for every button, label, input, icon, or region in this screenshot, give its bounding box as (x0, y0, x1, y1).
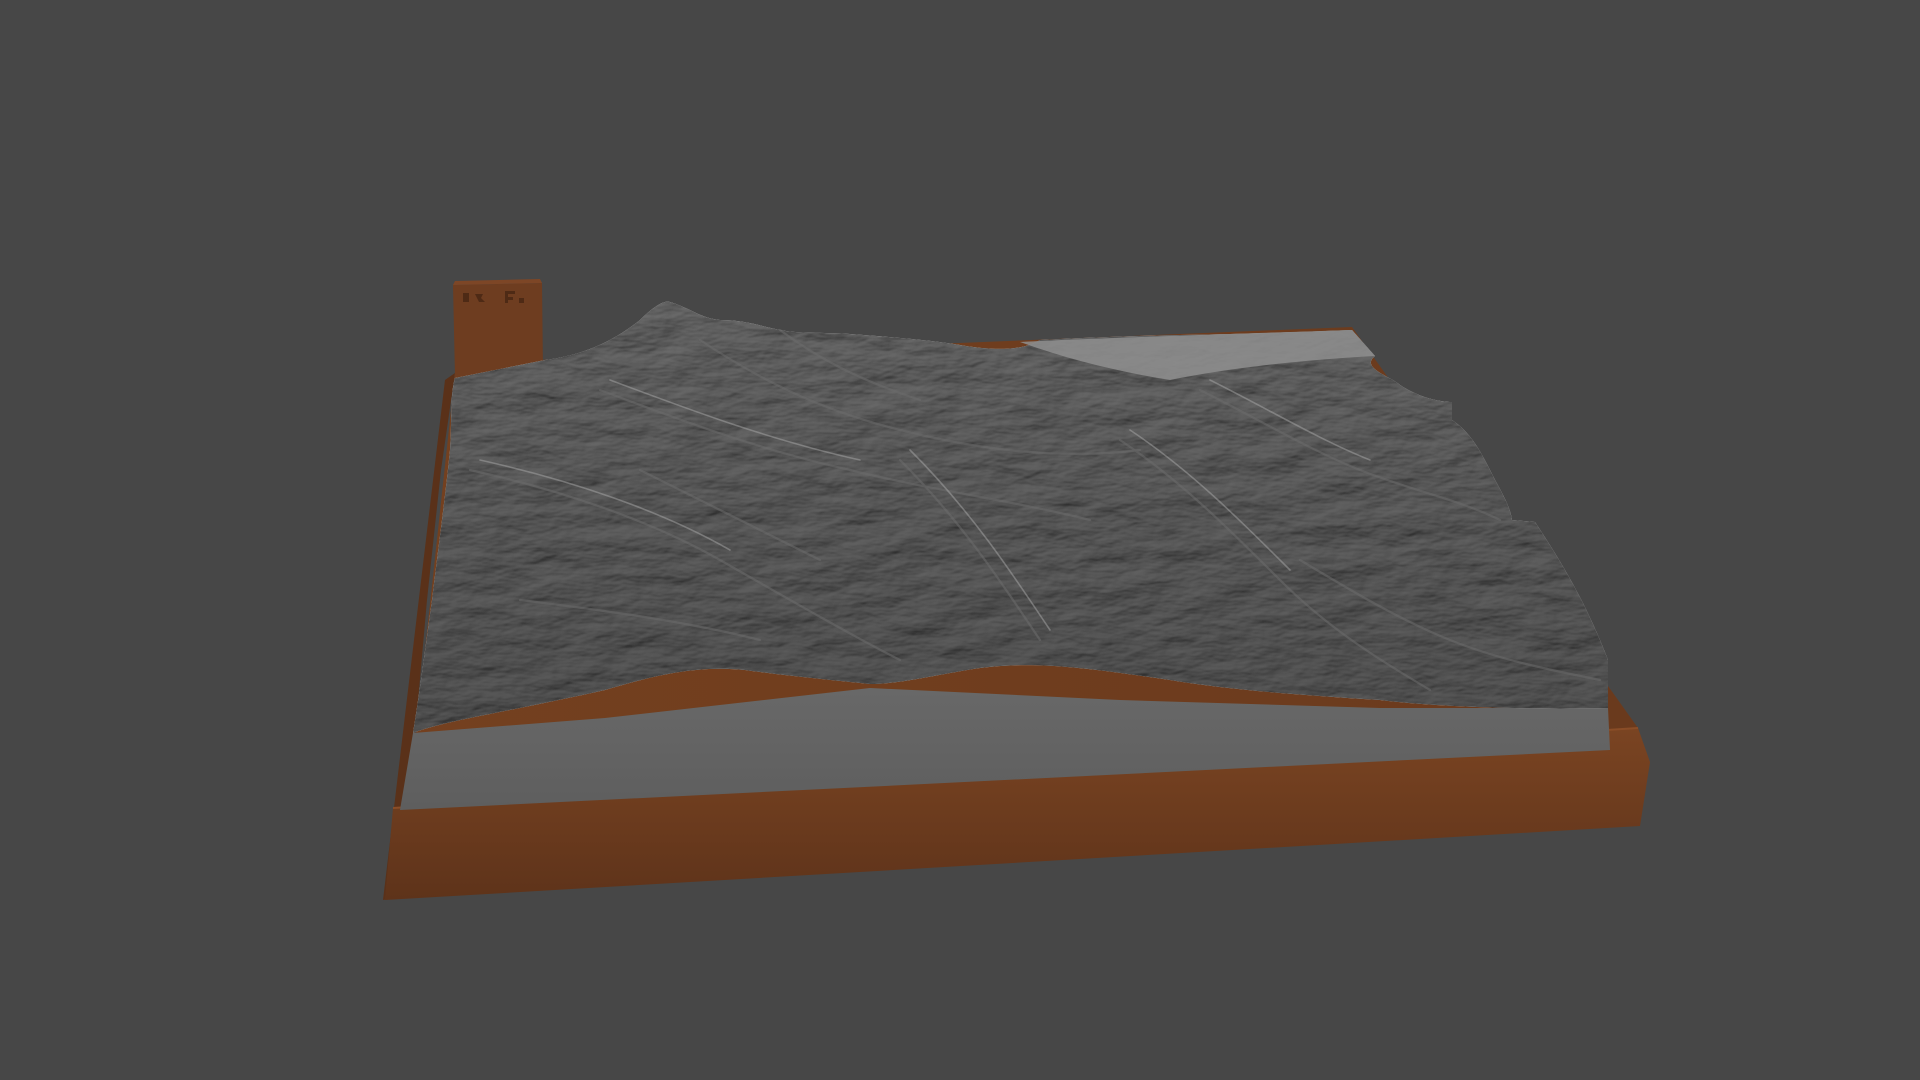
3d-viewport[interactable] (0, 0, 1920, 1080)
label-block[interactable] (453, 279, 543, 377)
scene-canvas[interactable] (0, 0, 1920, 1080)
